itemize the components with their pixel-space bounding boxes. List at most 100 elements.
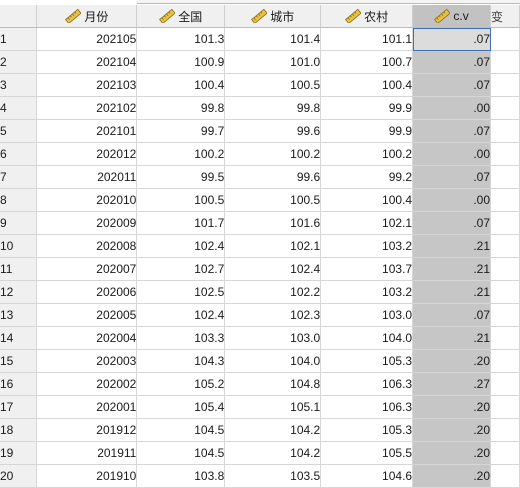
month-cell[interactable]: 202005: [36, 303, 138, 327]
empty-cell[interactable]: [490, 395, 520, 419]
empty-cell[interactable]: [490, 372, 520, 396]
rural-cell[interactable]: 105.5: [320, 441, 414, 465]
national-cell[interactable]: 103.3: [136, 326, 226, 350]
row-number-cell[interactable]: 6: [0, 142, 38, 166]
national-cell[interactable]: 104.5: [136, 418, 226, 442]
cv-cell[interactable]: .21: [412, 257, 491, 281]
urban-cell[interactable]: 101.6: [224, 211, 322, 235]
row-number-cell[interactable]: 7: [0, 165, 38, 189]
urban-cell[interactable]: 102.2: [224, 280, 322, 304]
rural-cell[interactable]: 106.3: [320, 372, 414, 396]
cv-cell[interactable]: .21: [412, 280, 491, 304]
month-cell[interactable]: 201910: [36, 464, 138, 488]
cv-cell[interactable]: .20: [412, 395, 491, 419]
row-number-cell[interactable]: 10: [0, 234, 38, 258]
empty-cell[interactable]: [490, 441, 520, 465]
column-header-rural[interactable]: 农村: [320, 5, 414, 28]
national-cell[interactable]: 100.5: [136, 188, 226, 212]
empty-cell[interactable]: [490, 73, 520, 97]
row-number-cell[interactable]: 20: [0, 464, 38, 488]
empty-cell[interactable]: [490, 211, 520, 235]
urban-cell[interactable]: 100.2: [224, 142, 322, 166]
national-cell[interactable]: 101.3: [136, 27, 226, 51]
cv-cell[interactable]: .07: [412, 73, 491, 97]
empty-cell[interactable]: [490, 418, 520, 442]
row-number-cell[interactable]: 12: [0, 280, 38, 304]
month-cell[interactable]: 202004: [36, 326, 138, 350]
urban-cell[interactable]: 101.0: [224, 50, 322, 74]
urban-cell[interactable]: 104.8: [224, 372, 322, 396]
empty-cell[interactable]: [490, 27, 520, 51]
cv-cell[interactable]: .00: [412, 188, 491, 212]
month-cell[interactable]: 202010: [36, 188, 138, 212]
national-cell[interactable]: 99.5: [136, 165, 226, 189]
urban-cell[interactable]: 102.4: [224, 257, 322, 281]
month-cell[interactable]: 202011: [36, 165, 138, 189]
national-cell[interactable]: 101.7: [136, 211, 226, 235]
month-cell[interactable]: 202104: [36, 50, 138, 74]
column-header-national[interactable]: 全国: [136, 5, 226, 28]
cv-cell[interactable]: .20: [412, 418, 491, 442]
national-cell[interactable]: 100.9: [136, 50, 226, 74]
national-cell[interactable]: 99.8: [136, 96, 226, 120]
urban-cell[interactable]: 99.6: [224, 119, 322, 143]
month-cell[interactable]: 201912: [36, 418, 138, 442]
cv-cell[interactable]: .07: [412, 50, 491, 74]
row-number-cell[interactable]: 9: [0, 211, 38, 235]
empty-cell[interactable]: [490, 165, 520, 189]
row-number-cell[interactable]: 11: [0, 257, 38, 281]
empty-cell[interactable]: [490, 464, 520, 488]
national-cell[interactable]: 102.7: [136, 257, 226, 281]
urban-cell[interactable]: 102.3: [224, 303, 322, 327]
urban-cell[interactable]: 99.8: [224, 96, 322, 120]
empty-cell[interactable]: [490, 349, 520, 373]
rural-cell[interactable]: 99.9: [320, 96, 414, 120]
month-cell[interactable]: 202003: [36, 349, 138, 373]
rural-cell[interactable]: 99.2: [320, 165, 414, 189]
empty-cell[interactable]: [490, 280, 520, 304]
cv-cell[interactable]: .27: [412, 372, 491, 396]
urban-cell[interactable]: 103.0: [224, 326, 322, 350]
empty-cell[interactable]: [490, 119, 520, 143]
month-cell[interactable]: 202001: [36, 395, 138, 419]
rural-cell[interactable]: 105.3: [320, 349, 414, 373]
national-cell[interactable]: 102.4: [136, 303, 226, 327]
row-number-cell[interactable]: 16: [0, 372, 38, 396]
national-cell[interactable]: 103.8: [136, 464, 226, 488]
cv-cell[interactable]: .20: [412, 441, 491, 465]
month-cell[interactable]: 202008: [36, 234, 138, 258]
empty-cell[interactable]: [490, 303, 520, 327]
cv-cell[interactable]: .00: [412, 142, 491, 166]
urban-cell[interactable]: 104.0: [224, 349, 322, 373]
row-number-cell[interactable]: 14: [0, 326, 38, 350]
row-number-cell[interactable]: 5: [0, 119, 38, 143]
month-cell[interactable]: 202012: [36, 142, 138, 166]
rural-cell[interactable]: 103.0: [320, 303, 414, 327]
rural-cell[interactable]: 105.3: [320, 418, 414, 442]
urban-cell[interactable]: 100.5: [224, 188, 322, 212]
row-number-cell[interactable]: 2: [0, 50, 38, 74]
month-cell[interactable]: 202103: [36, 73, 138, 97]
rural-cell[interactable]: 103.2: [320, 280, 414, 304]
cv-cell[interactable]: .07: [412, 27, 491, 51]
urban-cell[interactable]: 99.6: [224, 165, 322, 189]
row-number-cell[interactable]: 13: [0, 303, 38, 327]
row-number-cell[interactable]: 3: [0, 73, 38, 97]
cv-cell[interactable]: .21: [412, 234, 491, 258]
national-cell[interactable]: 99.7: [136, 119, 226, 143]
urban-cell[interactable]: 104.2: [224, 441, 322, 465]
rural-cell[interactable]: 104.0: [320, 326, 414, 350]
cv-cell[interactable]: .07: [412, 165, 491, 189]
row-number-cell[interactable]: 17: [0, 395, 38, 419]
national-cell[interactable]: 105.4: [136, 395, 226, 419]
national-cell[interactable]: 100.2: [136, 142, 226, 166]
empty-cell[interactable]: [490, 96, 520, 120]
row-number-cell[interactable]: 15: [0, 349, 38, 373]
cv-cell[interactable]: .07: [412, 211, 491, 235]
empty-cell[interactable]: [490, 234, 520, 258]
cv-cell[interactable]: .20: [412, 464, 491, 488]
empty-cell[interactable]: [490, 257, 520, 281]
rural-cell[interactable]: 102.1: [320, 211, 414, 235]
cv-cell[interactable]: .07: [412, 119, 491, 143]
rural-cell[interactable]: 100.7: [320, 50, 414, 74]
